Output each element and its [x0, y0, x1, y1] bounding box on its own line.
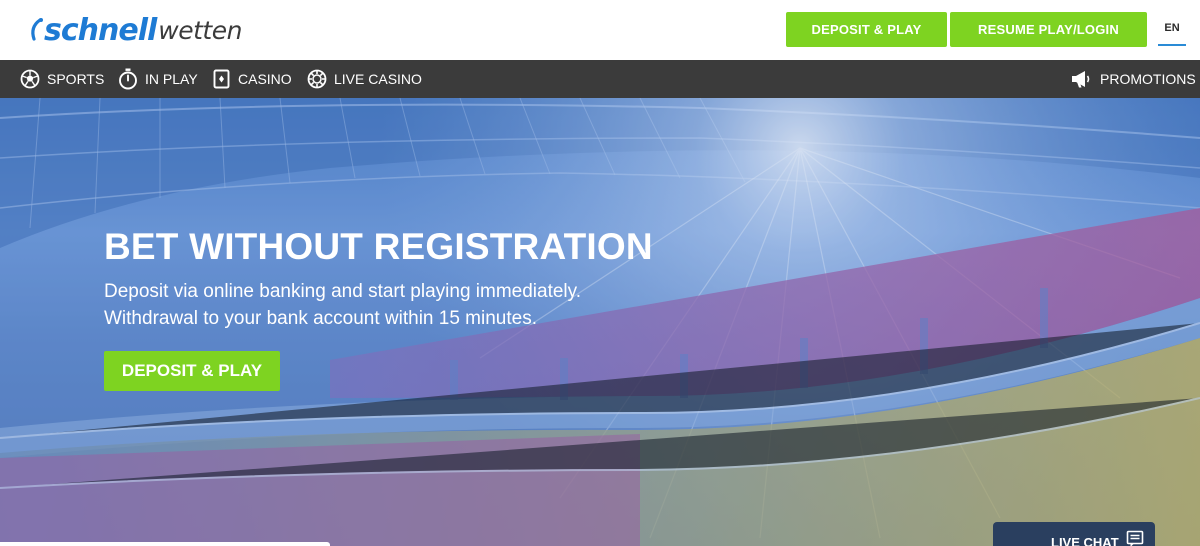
nav-label-casino: CASINO: [238, 71, 292, 87]
header-deposit-play-button[interactable]: DEPOSIT & PLAY: [786, 12, 947, 47]
logo-text-light: wetten: [158, 15, 242, 45]
hero-title: BET WITHOUT REGISTRATION: [104, 226, 653, 267]
megaphone-icon: [1072, 71, 1090, 88]
nav-item-sports[interactable]: SPORTS: [20, 60, 104, 98]
nav-label-live-casino: LIVE CASINO: [334, 71, 422, 87]
logo[interactable]: schnell wetten: [28, 12, 242, 48]
language-selector[interactable]: EN: [1158, 22, 1186, 46]
nav-item-live-casino[interactable]: LIVE CASINO: [307, 60, 422, 98]
stopwatch-icon: [119, 68, 137, 90]
nav-item-in-play[interactable]: IN PLAY: [118, 60, 198, 98]
playing-card-icon: [213, 69, 230, 89]
soccer-ball-icon: [20, 69, 40, 89]
hero-deposit-play-button[interactable]: DEPOSIT & PLAY: [104, 351, 280, 391]
live-chat-button[interactable]: LIVE CHAT: [993, 522, 1155, 546]
live-chat-label: LIVE CHAT: [1051, 535, 1119, 546]
nav-item-promotions[interactable]: PROMOTIONS: [1071, 60, 1196, 98]
logo-text-bold: schnell: [44, 12, 157, 48]
hero-subtitle-line-1: Deposit via online banking and start pla…: [104, 281, 582, 302]
poker-chip-icon: [307, 69, 327, 89]
nav-label-in-play: IN PLAY: [145, 71, 198, 87]
content-card-edge: [0, 542, 330, 546]
nav-label-promotions: PROMOTIONS: [1100, 71, 1196, 87]
site-header: schnell wetten DEPOSIT & PLAY RESUME PLA…: [0, 0, 1200, 60]
chat-icon: [1126, 530, 1144, 546]
main-nav: SPORTS IN PLAY CASINO LIVE CASINO PROMOT…: [0, 60, 1200, 98]
resume-play-login-button[interactable]: RESUME PLAY/LOGIN: [950, 12, 1147, 47]
hero-banner: BET WITHOUT REGISTRATION Deposit via onl…: [0, 98, 1200, 546]
nav-item-casino[interactable]: CASINO: [213, 60, 292, 98]
nav-label-sports: SPORTS: [47, 71, 105, 87]
hero-subtitle-line-2: Withdrawal to your bank account within 1…: [104, 308, 537, 329]
hero-subtitle: Deposit via online banking and start pla…: [104, 278, 664, 332]
logo-swoosh-icon: [31, 18, 43, 41]
